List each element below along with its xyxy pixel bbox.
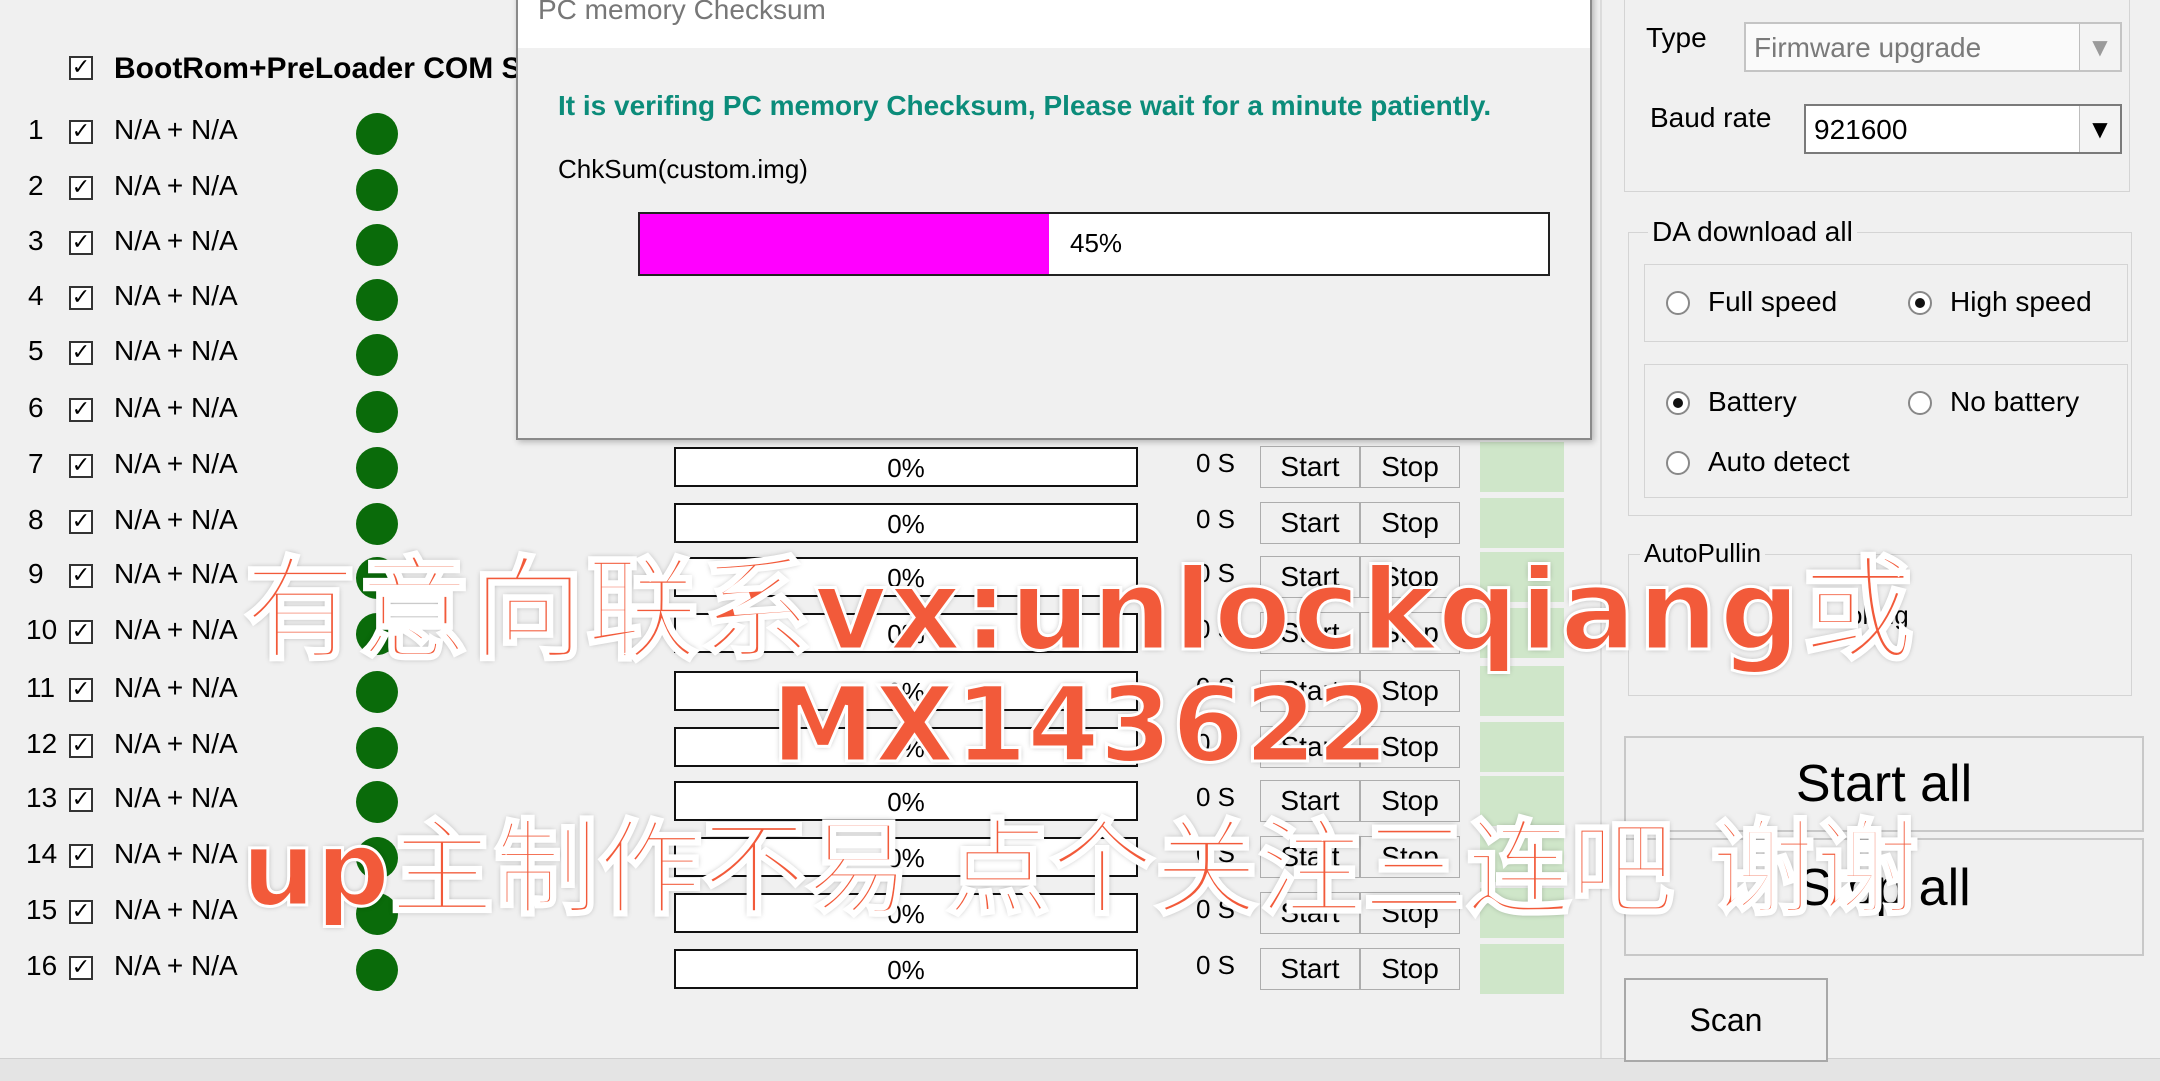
- status-led-icon: [356, 334, 398, 376]
- status-led-icon: [356, 224, 398, 266]
- port-checkbox[interactable]: ✓: [69, 398, 93, 422]
- port-checkbox[interactable]: ✓: [69, 454, 93, 478]
- status-led-icon: [356, 113, 398, 155]
- port-name: N/A + N/A: [114, 335, 238, 366]
- port-progress-bar: 0%: [674, 447, 1138, 487]
- port-name: N/A + N/A: [114, 280, 238, 311]
- da-download-label: DA download all: [1648, 216, 1857, 248]
- battery-radio[interactable]: [1666, 391, 1690, 415]
- checksum-progress-fill: [640, 214, 1049, 274]
- type-select[interactable]: Firmware upgrade ▼: [1744, 22, 2122, 72]
- no-battery-radio[interactable]: [1908, 391, 1932, 415]
- port-checkbox[interactable]: ✓: [69, 956, 93, 980]
- no-battery-label: No battery: [1950, 386, 2080, 417]
- port-checkbox[interactable]: ✓: [69, 286, 93, 310]
- watermark-line-2: MX143622: [770, 663, 1391, 788]
- scan-button[interactable]: Scan: [1624, 978, 1828, 1062]
- port-checkbox[interactable]: ✓: [69, 341, 93, 365]
- type-label: Type: [1646, 22, 1707, 53]
- port-name: N/A + N/A: [114, 225, 238, 256]
- checksum-dialog: PC memory Checksum It is verifing PC mem…: [516, 0, 1592, 440]
- status-strip: [0, 1058, 2160, 1081]
- type-select-value: Firmware upgrade: [1754, 32, 1982, 63]
- port-number: 5: [28, 335, 44, 366]
- chevron-down-icon: ▼: [2079, 106, 2120, 152]
- port-checkbox[interactable]: ✓: [69, 120, 93, 144]
- status-led-icon: [356, 949, 398, 991]
- port-row: 16 ✓ N/A + N/A 0% 0 S Start Stop: [0, 944, 1600, 994]
- high-speed-label: High speed: [1950, 286, 2092, 317]
- port-name: N/A + N/A: [114, 114, 238, 145]
- port-number: 6: [28, 392, 44, 423]
- auto-detect-label: Auto detect: [1708, 446, 1850, 477]
- auto-detect-radio[interactable]: [1666, 451, 1690, 475]
- port-elapsed-time: 0 S: [1196, 950, 1236, 980]
- port-name: N/A + N/A: [114, 170, 238, 201]
- battery-label: Battery: [1708, 386, 1797, 417]
- port-result-cell: [1480, 944, 1564, 994]
- port-progress-label: 0%: [887, 955, 925, 985]
- port-number: 2: [28, 170, 44, 201]
- baud-rate-label: Baud rate: [1650, 102, 1772, 133]
- port-number: 16: [26, 950, 58, 981]
- dialog-title-bar[interactable]: PC memory Checksum: [518, 0, 1590, 48]
- dialog-title: PC memory Checksum: [538, 0, 826, 25]
- port-elapsed-time: 0 S: [1196, 448, 1236, 478]
- dialog-message: It is verifing PC memory Checksum, Pleas…: [558, 90, 1492, 121]
- port-start-button[interactable]: Start: [1260, 948, 1360, 990]
- port-name: N/A + N/A: [114, 950, 238, 981]
- port-row: 7 ✓ N/A + N/A 0% 0 S Start Stop: [0, 442, 1600, 492]
- watermark-line-3: up主制作不易 点个关注三连吧 谢谢: [240, 807, 1920, 932]
- port-result-cell: [1480, 442, 1564, 492]
- checksum-progress-label: 45%: [1070, 228, 1123, 258]
- port-start-button[interactable]: Start: [1260, 446, 1360, 488]
- chevron-down-icon: ▼: [2079, 24, 2120, 70]
- port-number: 4: [28, 280, 44, 311]
- scan-label: Scan: [1689, 1002, 1763, 1038]
- port-stop-button[interactable]: Stop: [1360, 446, 1460, 488]
- dialog-file-label: ChkSum(custom.img): [558, 154, 808, 184]
- port-number: 1: [28, 114, 44, 145]
- checksum-progress-bar: 45%: [638, 212, 1550, 276]
- status-led-icon: [356, 169, 398, 211]
- full-speed-label: Full speed: [1708, 286, 1838, 317]
- port-column-header: BootRom+PreLoader COM S: [114, 52, 522, 85]
- port-stop-button[interactable]: Stop: [1360, 948, 1460, 990]
- port-progress-label: 0%: [887, 453, 925, 483]
- select-all-checkbox[interactable]: ✓: [69, 56, 93, 80]
- port-checkbox[interactable]: ✓: [69, 231, 93, 255]
- port-number: 3: [28, 225, 44, 256]
- baud-rate-select[interactable]: 921600 ▼: [1804, 104, 2122, 154]
- port-name: N/A + N/A: [114, 448, 238, 479]
- port-checkbox[interactable]: ✓: [69, 176, 93, 200]
- watermark-line-1: 有意向联系vx:unlockqiang或: [243, 545, 1916, 678]
- port-name: N/A + N/A: [114, 392, 238, 423]
- port-progress-bar: 0%: [674, 949, 1138, 989]
- status-led-icon: [356, 447, 398, 489]
- full-speed-radio[interactable]: [1666, 291, 1690, 315]
- high-speed-radio[interactable]: [1908, 291, 1932, 315]
- status-led-icon: [356, 391, 398, 433]
- port-number: 7: [28, 448, 44, 479]
- baud-rate-value: 921600: [1814, 114, 1908, 145]
- status-led-icon: [356, 279, 398, 321]
